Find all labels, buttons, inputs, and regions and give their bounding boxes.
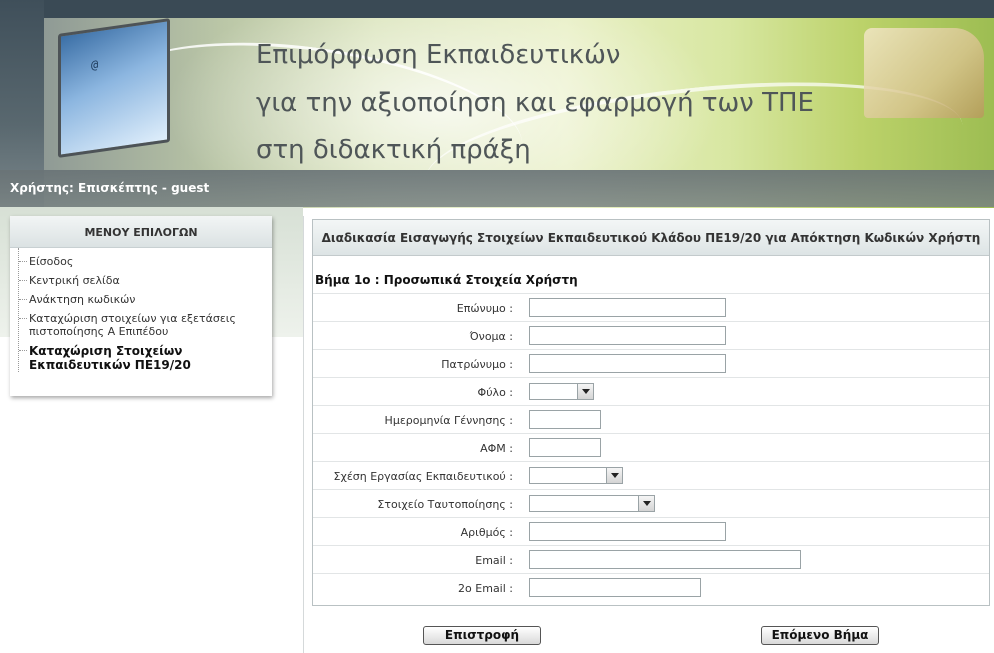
laptop-illustration-icon: @ bbox=[58, 18, 170, 158]
menu-item-recover-codes[interactable]: Ανάκτηση κωδικών bbox=[19, 293, 272, 306]
surname-input[interactable] bbox=[529, 298, 726, 317]
email2-input[interactable] bbox=[529, 578, 701, 597]
step-title: Βήμα 1ο : Προσωπικά Στοιχεία Χρήστη bbox=[315, 273, 578, 287]
menu-list: Είσοδος Κεντρική σελίδα Ανάκτηση κωδικών… bbox=[18, 248, 272, 372]
form-row-afm: ΑΦΜ : bbox=[313, 433, 989, 461]
birth-date-input[interactable] bbox=[529, 410, 601, 429]
name-input[interactable] bbox=[529, 326, 726, 345]
form-row-email: Email : bbox=[313, 545, 989, 573]
father-name-label: Πατρώνυμο : bbox=[441, 358, 513, 371]
afm-label: ΑΦΜ : bbox=[480, 442, 513, 455]
header-title-line2: για την αξιοποίηση και εφαρμογή των ΤΠΕ bbox=[256, 88, 814, 118]
form-row-surname: Επώνυμο : bbox=[313, 293, 989, 321]
back-button[interactable]: Επιστροφή bbox=[423, 626, 541, 645]
header-title-line3: στη διδακτική πράξη bbox=[256, 135, 531, 165]
menu-item-home[interactable]: Κεντρική σελίδα bbox=[19, 274, 272, 287]
id-type-select[interactable] bbox=[529, 495, 655, 512]
form-row-birth-date: Ημερομηνία Γέννησης : bbox=[313, 405, 989, 433]
form-row-employment: Σχέση Εργασίας Εκπαιδευτικού : bbox=[313, 461, 989, 489]
menu-item-certification-register[interactable]: Καταχώριση στοιχείων για εξετάσεις πιστο… bbox=[19, 312, 272, 338]
chevron-down-icon[interactable] bbox=[638, 496, 654, 511]
form-row-id-number: Αριθμός : bbox=[313, 517, 989, 545]
chevron-down-icon[interactable] bbox=[577, 384, 593, 399]
id-type-label: Στοιχείο Ταυτοποίησης : bbox=[377, 498, 513, 511]
user-status-text: Χρήστης: Επισκέπτης - guest bbox=[10, 181, 210, 195]
form-row-id-type: Στοιχείο Ταυτοποίησης : bbox=[313, 489, 989, 517]
employment-select[interactable] bbox=[529, 467, 623, 484]
id-number-label: Αριθμός : bbox=[460, 526, 513, 539]
chevron-down-icon[interactable] bbox=[606, 468, 622, 483]
top-frame-bar bbox=[0, 0, 994, 20]
user-bar: Χρήστης: Επισκέπτης - guest bbox=[0, 170, 994, 207]
laptop-screen-glyph: @ bbox=[91, 57, 99, 73]
gender-select[interactable] bbox=[529, 383, 594, 400]
form-row-name: Όνομα : bbox=[313, 321, 989, 349]
registration-panel: Διαδικασία Εισαγωγής Στοιχείων Εκπαιδευτ… bbox=[312, 219, 990, 606]
email-label: Email : bbox=[475, 554, 513, 567]
email2-label: 2ο Email : bbox=[458, 582, 513, 595]
form-row-father-name: Πατρώνυμο : bbox=[313, 349, 989, 377]
panel-title: Διαδικασία Εισαγωγής Στοιχείων Εκπαιδευτ… bbox=[313, 220, 989, 256]
next-step-button[interactable]: Επόμενο Βήμα bbox=[761, 626, 879, 645]
surname-label: Επώνυμο : bbox=[456, 302, 513, 315]
options-menu: ΜΕΝΟΥ ΕΠΙΛΟΓΩΝ Είσοδος Κεντρική σελίδα Α… bbox=[10, 216, 272, 396]
header-title-line1: Επιμόρφωση Εκπαιδευτικών bbox=[256, 40, 621, 70]
birth-date-label: Ημερομηνία Γέννησης : bbox=[384, 414, 513, 427]
form-row-gender: Φύλο : bbox=[313, 377, 989, 405]
father-name-input[interactable] bbox=[529, 354, 726, 373]
content-divider bbox=[303, 216, 304, 653]
email-input[interactable] bbox=[529, 550, 801, 569]
book-illustration-icon bbox=[864, 28, 984, 118]
afm-input[interactable] bbox=[529, 438, 601, 457]
id-number-input[interactable] bbox=[529, 522, 726, 541]
form-row-email2: 2ο Email : bbox=[313, 573, 989, 601]
menu-item-pe19-register[interactable]: Καταχώριση Στοιχείων Εκπαιδευτικών ΠΕ19/… bbox=[19, 344, 272, 372]
employment-label: Σχέση Εργασίας Εκπαιδευτικού : bbox=[333, 470, 513, 483]
name-label: Όνομα : bbox=[469, 330, 513, 343]
menu-heading: ΜΕΝΟΥ ΕΠΙΛΟΓΩΝ bbox=[10, 216, 272, 248]
gender-label: Φύλο : bbox=[477, 386, 513, 399]
menu-item-login[interactable]: Είσοδος bbox=[19, 255, 272, 268]
